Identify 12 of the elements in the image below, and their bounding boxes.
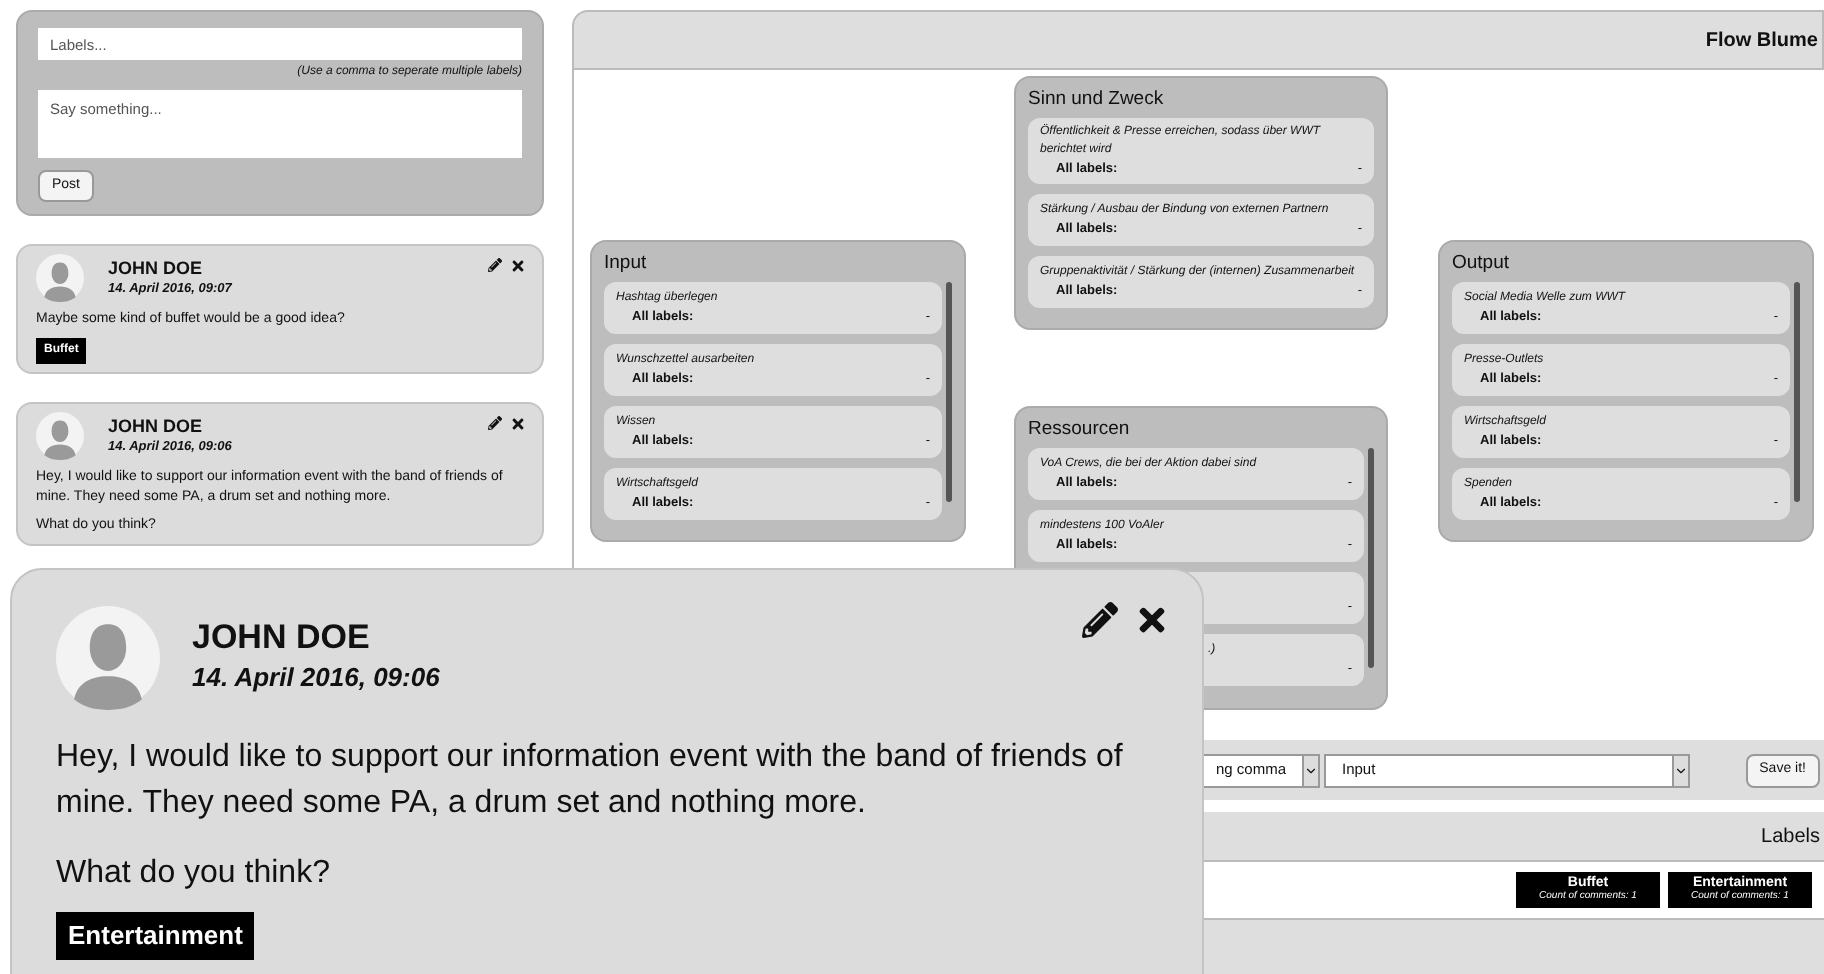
comment-date: 14. April 2016, 09:06 (192, 660, 440, 697)
group-title: Sinn und Zweck (1028, 86, 1166, 114)
board-title: Flow Blume (1705, 27, 1818, 55)
group-title: Input (604, 250, 649, 278)
comment-text: Hey, I would like to support our information event with the band of friends of mine. They need some PA, a drum set and nothing more. (56, 738, 1125, 824)
comment-text: What do you think? (56, 854, 332, 894)
author-name: JOHN DOE (108, 414, 205, 439)
labels-title: Labels (1761, 823, 1820, 851)
author-name: JOHN DOE (108, 256, 205, 281)
group-title: Ressourcen (1028, 416, 1132, 444)
group-title: Output (1452, 250, 1512, 278)
author-name: JOHN DOE (192, 618, 372, 659)
